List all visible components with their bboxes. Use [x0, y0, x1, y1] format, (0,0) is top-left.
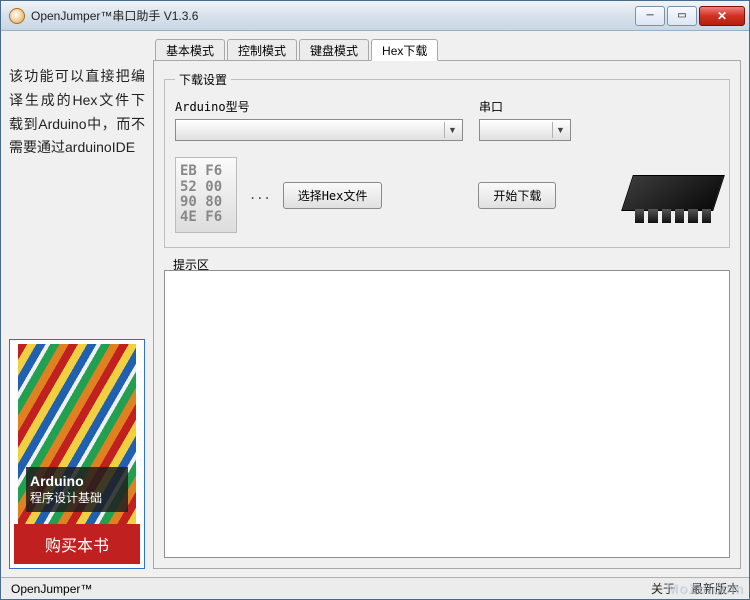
maximize-button[interactable]: ▭ [667, 6, 697, 26]
arduino-model-select[interactable]: ▼ [175, 119, 463, 141]
feature-description: 该功能可以直接把编译生成的Hex文件下载到Arduino中，而不需要通过ardu… [9, 39, 145, 160]
download-settings-title: 下载设置 [175, 71, 231, 88]
left-panel: 该功能可以直接把编译生成的Hex文件下载到Arduino中，而不需要通过ardu… [9, 39, 145, 569]
tab-control-mode[interactable]: 控制模式 [227, 39, 297, 61]
window-controls: ─ ▭ ✕ [635, 6, 745, 26]
about-link[interactable]: 关于 [651, 580, 675, 597]
download-settings-group: 下载设置 Arduino型号 ▼ 串口 ▼ [164, 71, 730, 248]
settings-row: Arduino型号 ▼ 串口 ▼ [175, 98, 719, 141]
main-content: 该功能可以直接把编译生成的Hex文件下载到Arduino中，而不需要通过ardu… [1, 31, 749, 577]
main-window: OpenJumper™串口助手 V1.3.6 ─ ▭ ✕ 该功能可以直接把编译生… [0, 0, 750, 600]
right-panel: 基本模式 控制模式 键盘模式 Hex下载 下载设置 Arduino型号 ▼ [153, 39, 741, 569]
output-section: 提示区 [164, 256, 730, 558]
tab-hex-download[interactable]: Hex下载 [371, 39, 438, 61]
app-icon [9, 8, 25, 24]
close-button[interactable]: ✕ [699, 6, 745, 26]
latest-version-link[interactable]: 最新版本 [691, 580, 739, 597]
client-area: 该功能可以直接把编译生成的Hex文件下载到Arduino中，而不需要通过ardu… [1, 31, 749, 599]
action-row: EB F6 52 00 90 80 4E F6 ... 选择Hex文件 开始下载 [175, 153, 719, 237]
port-select[interactable]: ▼ [479, 119, 571, 141]
titlebar: OpenJumper™串口助手 V1.3.6 ─ ▭ ✕ [1, 1, 749, 31]
book-cover-image[interactable]: Arduino 程序设计基础 [18, 344, 136, 524]
tab-content-hex: 下载设置 Arduino型号 ▼ 串口 ▼ [153, 60, 741, 569]
port-label: 串口 [479, 98, 571, 115]
status-brand: OpenJumper™ [11, 582, 635, 596]
book-promo: Arduino 程序设计基础 购买本书 [9, 339, 145, 569]
tab-strip: 基本模式 控制模式 键盘模式 Hex下载 [155, 39, 741, 61]
arduino-model-field: Arduino型号 ▼ [175, 98, 463, 141]
minimize-button[interactable]: ─ [635, 6, 665, 26]
arduino-model-label: Arduino型号 [175, 98, 463, 115]
start-download-button[interactable]: 开始下载 [478, 182, 556, 209]
select-hex-button[interactable]: 选择Hex文件 [283, 182, 383, 209]
ellipsis-text: ... [249, 188, 271, 202]
tab-basic-mode[interactable]: 基本模式 [155, 39, 225, 61]
tab-keyboard-mode[interactable]: 键盘模式 [299, 39, 369, 61]
chevron-down-icon: ▼ [552, 122, 568, 138]
window-title: OpenJumper™串口助手 V1.3.6 [31, 7, 635, 24]
hex-file-icon: EB F6 52 00 90 80 4E F6 [175, 157, 237, 233]
chip-image [617, 167, 719, 223]
statusbar: OpenJumper™ 关于 最新版本 [1, 577, 749, 599]
port-field: 串口 ▼ [479, 98, 571, 141]
output-textbox[interactable] [164, 270, 730, 558]
book-title: Arduino 程序设计基础 [26, 467, 128, 512]
chevron-down-icon: ▼ [444, 122, 460, 138]
buy-book-button[interactable]: 购买本书 [14, 524, 140, 564]
